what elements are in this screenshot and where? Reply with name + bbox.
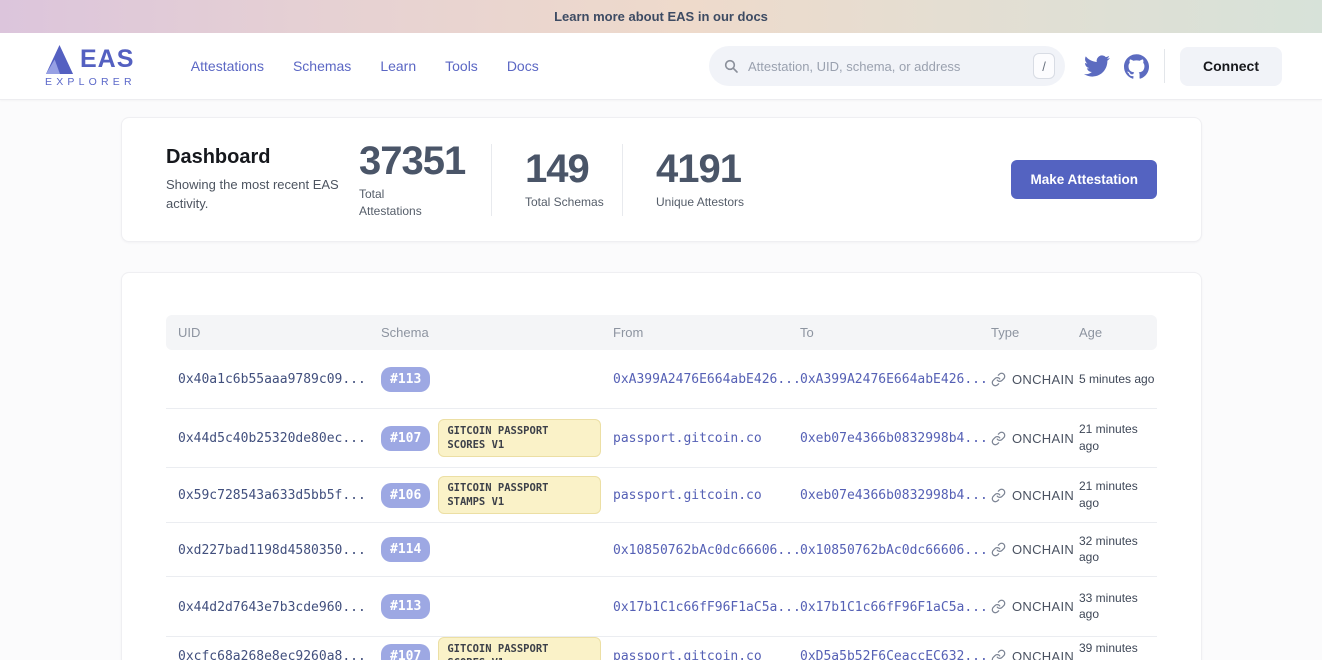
stat-total-attestations: 37351 Total Attestations [359, 140, 491, 220]
chain-link-icon [991, 649, 1006, 660]
to-address-link[interactable]: 0x10850762bAc0dc66606... [800, 543, 988, 558]
nav-docs[interactable]: Docs [507, 58, 539, 74]
chain-link-icon [991, 431, 1006, 446]
eas-triangle-icon [45, 44, 74, 75]
table-row[interactable]: 0xd227bad1198d4580350... #114 0x10850762… [166, 523, 1157, 577]
schema-id-badge[interactable]: #113 [381, 594, 430, 619]
stat-label: Total Schemas [525, 194, 613, 211]
stat-value: 4191 [656, 148, 744, 190]
table-row[interactable]: 0x44d5c40b25320de80ec... #107 GITCOIN PA… [166, 409, 1157, 468]
docs-banner-text: Learn more about EAS in our docs [554, 9, 768, 24]
stat-label: Unique Attestors [656, 194, 744, 211]
schema-id-badge[interactable]: #107 [381, 644, 430, 660]
page-subtitle: Showing the most recent EAS activity. [166, 176, 344, 214]
attestation-age: 21 minutes ago [1079, 478, 1158, 510]
to-address-link[interactable]: 0x17b1C1c66fF96F1aC5a... [800, 600, 988, 615]
connect-button[interactable]: Connect [1180, 47, 1282, 86]
attestation-type: ONCHAIN [1012, 372, 1074, 387]
schema-id-badge[interactable]: #114 [381, 537, 430, 562]
column-header-schema: Schema [369, 325, 601, 340]
nav-attestations[interactable]: Attestations [191, 58, 264, 74]
search-icon [723, 58, 739, 74]
stat-value: 149 [525, 148, 622, 190]
column-header-age: Age [1079, 325, 1158, 340]
attestation-type: ONCHAIN [1012, 599, 1074, 614]
schema-name-badge[interactable]: GITCOIN PASSPORT STAMPS V1 [438, 476, 601, 514]
chain-link-icon [991, 488, 1006, 503]
schema-name-badge[interactable]: GITCOIN PASSPORT SCORES V1 [438, 419, 601, 457]
stat-unique-attestors: 4191 Unique Attestors [623, 148, 744, 211]
attestation-age: 39 minutes ago [1079, 640, 1158, 660]
attestation-uid-link[interactable]: 0xd227bad1198d4580350... [178, 543, 366, 558]
schema-id-badge[interactable]: #106 [381, 483, 430, 508]
docs-banner-link[interactable]: Learn more about EAS in our docs [0, 0, 1322, 33]
logo-name: EAS [80, 45, 134, 74]
stat-value: 37351 [359, 140, 491, 182]
schema-id-badge[interactable]: #107 [381, 426, 430, 451]
table-row[interactable]: 0x44d2d7643e7b3cde960... #113 0x17b1C1c6… [166, 577, 1157, 637]
attestation-uid-link[interactable]: 0x59c728543a633d5bb5f... [178, 488, 366, 503]
stat-label: Total Attestations [359, 186, 447, 220]
attestation-uid-link[interactable]: 0x44d5c40b25320de80ec... [178, 431, 366, 446]
search-bar[interactable]: / [709, 46, 1065, 86]
table-row[interactable]: 0x59c728543a633d5bb5f... #106 GITCOIN PA… [166, 468, 1157, 523]
attestation-age: 5 minutes ago [1079, 371, 1154, 387]
header: EAS EXPLORER Attestations Schemas Learn … [0, 33, 1322, 100]
main-nav: Attestations Schemas Learn Tools Docs [191, 58, 539, 74]
twitter-icon[interactable] [1084, 53, 1110, 79]
nav-tools[interactable]: Tools [445, 58, 478, 74]
to-address-link[interactable]: 0xeb07e4366b0832998b4... [800, 488, 988, 503]
table-row[interactable]: 0x40a1c6b55aaa9789c09... #113 0xA399A247… [166, 350, 1157, 409]
attestation-uid-link[interactable]: 0x40a1c6b55aaa9789c09... [178, 372, 366, 387]
from-address-link[interactable]: 0x10850762bAc0dc66606... [613, 543, 801, 558]
to-address-link[interactable]: 0xD5a5b52F6CeaccEC632... [800, 649, 988, 660]
column-header-type: Type [979, 325, 1079, 340]
to-address-link[interactable]: 0xA399A2476E664abE426... [800, 372, 988, 387]
dashboard-card: Dashboard Showing the most recent EAS ac… [121, 117, 1202, 242]
chain-link-icon [991, 372, 1006, 387]
search-input[interactable] [748, 59, 1033, 74]
chain-link-icon [991, 542, 1006, 557]
column-header-from: From [601, 325, 788, 340]
github-icon[interactable] [1124, 54, 1149, 79]
column-header-uid: UID [166, 325, 369, 340]
attestation-type: ONCHAIN [1012, 431, 1074, 446]
to-address-link[interactable]: 0xeb07e4366b0832998b4... [800, 431, 988, 446]
slash-shortcut-badge: / [1033, 53, 1055, 79]
attestation-type: ONCHAIN [1012, 542, 1074, 557]
logo-tagline: EXPLORER [45, 76, 136, 88]
attestation-uid-link[interactable]: 0x44d2d7643e7b3cde960... [178, 600, 366, 615]
schema-id-badge[interactable]: #113 [381, 367, 430, 392]
header-divider [1164, 49, 1165, 83]
attestations-table-card: UID Schema From To Type Age 0x40a1c6b55a… [121, 272, 1202, 660]
social-links [1084, 53, 1149, 79]
attestation-age: 21 minutes ago [1079, 421, 1158, 453]
chain-link-icon [991, 599, 1006, 614]
from-address-link[interactable]: 0x17b1C1c66fF96F1aC5a... [613, 600, 801, 615]
from-address-link[interactable]: passport.gitcoin.co [613, 649, 762, 660]
from-address-link[interactable]: passport.gitcoin.co [613, 431, 762, 446]
attestation-uid-link[interactable]: 0xcfc68a268e8ec9260a8... [178, 649, 366, 660]
eas-logo[interactable]: EAS EXPLORER [45, 44, 136, 88]
from-address-link[interactable]: 0xA399A2476E664abE426... [613, 372, 801, 387]
make-attestation-button[interactable]: Make Attestation [1011, 160, 1157, 199]
column-header-to: To [788, 325, 979, 340]
attestation-age: 32 minutes ago [1079, 533, 1158, 565]
nav-learn[interactable]: Learn [380, 58, 416, 74]
from-address-link[interactable]: passport.gitcoin.co [613, 488, 762, 503]
table-row[interactable]: 0xcfc68a268e8ec9260a8... #107 GITCOIN PA… [166, 637, 1157, 660]
schema-name-badge[interactable]: GITCOIN PASSPORT SCORES V1 [438, 637, 601, 660]
attestation-type: ONCHAIN [1012, 649, 1074, 660]
attestation-type: ONCHAIN [1012, 488, 1074, 503]
page-title: Dashboard [166, 146, 359, 169]
nav-schemas[interactable]: Schemas [293, 58, 351, 74]
stat-total-schemas: 149 Total Schemas [492, 148, 622, 211]
attestation-age: 33 minutes ago [1079, 590, 1158, 622]
table-header-row: UID Schema From To Type Age [166, 315, 1157, 350]
